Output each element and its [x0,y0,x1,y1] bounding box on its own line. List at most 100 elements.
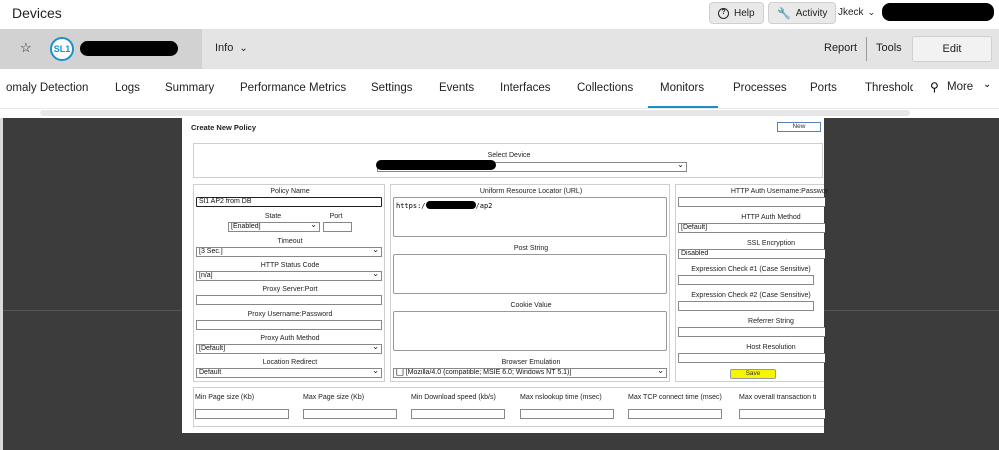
url-textarea[interactable]: https:/ /ap2 [393,197,667,237]
tab-summary[interactable]: Summary [165,82,214,94]
expression-check-2-input[interactable] [678,301,814,311]
horizontal-scrollbar[interactable] [40,110,910,116]
select-device-panel: Select Device [193,143,823,178]
state-label: State [264,213,282,220]
tab-ports[interactable]: Ports [810,82,837,94]
tab-logs[interactable]: Logs [115,82,140,94]
backdrop-edge [0,118,3,450]
referrer-string-label: Referrer String [748,318,794,325]
tab-collections[interactable]: Collections [577,82,633,94]
expression-check-2-label: Expression Check #2 (Case Sensitive) [691,292,811,299]
tab-settings[interactable]: Settings [371,82,413,94]
chevron-down-icon: ⌄ [239,42,248,54]
max-overall-transaction-label: Max overall transaction ti [739,394,817,401]
location-redirect-select[interactable]: Default [196,368,382,378]
cookie-value-textarea[interactable] [393,311,667,351]
ssl-encryption-label: SSL Encryption [747,240,795,247]
help-label: Help [734,7,755,19]
max-page-size-input[interactable] [303,409,397,419]
proxy-user-label: Proxy Username:Password [247,311,333,318]
http-auth-user-input[interactable] [678,197,825,207]
port-label: Port [329,213,343,220]
max-tcp-connect-label: Max TCP connect time (msec) [628,394,722,401]
save-button[interactable]: Save [730,369,776,379]
middle-settings-panel: Uniform Resource Locator (URL) https:/ /a… [390,184,670,382]
tab-processes[interactable]: Processes [733,82,787,94]
user-name: Jkeck [838,7,864,18]
post-string-textarea[interactable] [393,254,667,294]
min-download-speed-input[interactable] [411,409,505,419]
activity-button[interactable]: 🔧 Activity [768,2,837,24]
new-button[interactable]: New [777,122,821,132]
state-select[interactable]: [Enabled] [228,222,320,232]
proxy-auth-select[interactable]: [Default] [196,344,382,354]
divider [866,37,867,61]
tab-bar: omaly Detection Logs Summary Performance… [0,69,999,116]
host-resolution-label: Host Resolution [746,344,796,351]
port-input[interactable] [323,222,352,232]
min-page-size-label: Min Page size (Kb) [195,394,255,401]
ssl-encryption-select[interactable]: Disabled [678,249,825,259]
referrer-string-input[interactable] [678,327,825,337]
help-button[interactable]: ? Help [709,2,764,24]
http-status-label: HTTP Status Code [260,262,320,269]
activity-label: Activity [795,7,828,19]
chevron-down-icon: ⌄ [983,79,992,90]
host-resolution-input[interactable] [678,353,825,363]
left-settings-panel: Policy Name Sl1 AP2 from DB State Port [… [193,184,385,382]
redacted-device-name [80,41,178,56]
proxy-server-label: Proxy Server:Port [262,286,318,293]
tools-button[interactable]: Tools [876,42,902,54]
search-icon: ⚲ [930,80,939,94]
tab-monitors[interactable]: Monitors [660,82,704,94]
tab-interfaces[interactable]: Interfaces [500,82,551,94]
policy-name-label: Policy Name [270,188,310,195]
device-identity: ☆ SL1 [0,29,202,69]
http-auth-method-select[interactable]: [Default] [678,223,825,233]
http-status-select[interactable]: [n/a] [196,271,382,281]
post-string-label: Post String [513,245,549,252]
right-settings-panel: HTTP Auth Username:Passwor HTTP Auth Met… [675,184,828,382]
url-label: Uniform Resource Locator (URL) [479,188,583,195]
report-button[interactable]: Report [824,42,857,54]
expression-check-1-input[interactable] [678,275,814,285]
page-title: Devices [12,5,62,21]
edit-button[interactable]: Edit [912,36,992,62]
select-device-label: Select Device [487,152,531,159]
star-icon[interactable]: ☆ [20,40,32,56]
http-auth-user-label: HTTP Auth Username:Passwor [730,188,828,195]
info-menu[interactable]: Info ⌄ [215,42,248,54]
timeout-select[interactable]: [3 Sec.] [196,247,382,257]
user-menu[interactable]: Jkeck ⌄ [838,7,875,18]
policy-name-input[interactable]: Sl1 AP2 from DB [196,197,382,207]
min-page-size-input[interactable] [195,409,289,419]
more-label: More [947,81,974,93]
device-header: ☆ SL1 Info ⌄ Report Tools Edit [0,29,999,69]
info-label: Info [215,42,234,54]
proxy-auth-label: Proxy Auth Method [260,335,320,342]
tab-performance-metrics[interactable]: Performance Metrics [240,82,346,94]
dialog-title: Create New Policy [191,123,257,132]
active-tab-indicator [648,106,718,108]
top-bar: Devices ? Help 🔧 Activity Jkeck ⌄ [0,0,999,28]
max-overall-transaction-input[interactable] [739,409,825,419]
min-download-speed-label: Min Download speed (kb/s) [411,394,496,401]
tab-threshold[interactable]: Threshold [865,82,913,94]
max-tcp-connect-input[interactable] [628,409,722,419]
max-nslookup-label: Max nslookup time (msec) [520,394,602,401]
tab-events[interactable]: Events [439,82,474,94]
url-prefix: https:/ [396,202,426,210]
more-menu[interactable]: ⚲ More ⌄ [913,69,999,108]
question-circle-icon: ? [718,7,729,19]
limits-panel: Min Page size (Kb) Max Page size (Kb) Mi… [193,387,825,427]
expression-check-1-label: Expression Check #1 (Case Sensitive) [691,266,811,273]
proxy-server-input[interactable] [196,295,382,305]
tab-anomaly-detection[interactable]: omaly Detection [6,82,88,94]
location-redirect-label: Location Redirect [262,359,318,366]
proxy-user-input[interactable] [196,320,382,330]
wrench-icon: 🔧 [777,7,791,20]
device-logo: SL1 [50,37,74,61]
max-page-size-label: Max Page size (Kb) [303,394,365,401]
max-nslookup-input[interactable] [520,409,614,419]
browser-emulation-select[interactable]: [_] [Mozilla/4.0 (compatible; MSIE 6.0; … [393,368,667,378]
